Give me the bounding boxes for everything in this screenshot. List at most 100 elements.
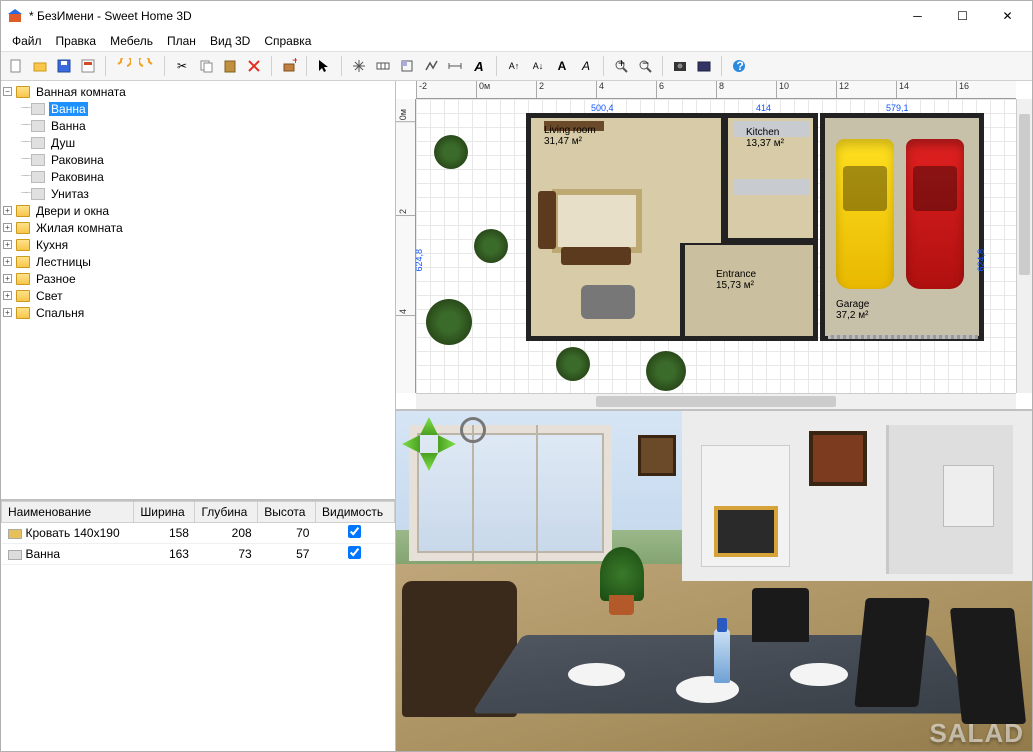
plant[interactable]	[556, 347, 590, 381]
furniture-catalog-tree[interactable]: − Ванная комната ┈┈Ванна┈┈Ванна┈┈Душ┈┈Ра…	[1, 81, 395, 501]
column-header[interactable]: Ширина	[134, 502, 195, 523]
nav-left-icon[interactable]	[402, 435, 420, 453]
tree-item[interactable]: Раковина	[49, 170, 106, 184]
text-smaller-button[interactable]: A↓	[527, 55, 549, 77]
column-header[interactable]: Наименование	[2, 502, 134, 523]
text-bold-button[interactable]: A	[551, 55, 573, 77]
create-walls-tool[interactable]	[372, 55, 394, 77]
open-file-button[interactable]	[29, 55, 51, 77]
undo-button[interactable]	[112, 55, 134, 77]
room-label[interactable]: Living room31,47 м²	[544, 125, 596, 147]
menu-view3d[interactable]: Вид 3D	[203, 32, 257, 50]
save-button[interactable]	[53, 55, 75, 77]
video-button[interactable]	[693, 55, 715, 77]
zoom-in-button[interactable]: +	[610, 55, 632, 77]
nav-rotate-icon[interactable]	[460, 417, 486, 443]
nav-down-icon[interactable]	[420, 453, 438, 471]
room-label[interactable]: Garage37,2 м²	[836, 299, 869, 321]
tree-item[interactable]: Ванна	[49, 119, 88, 133]
column-header[interactable]: Глубина	[195, 502, 258, 523]
plant[interactable]	[426, 299, 472, 345]
tree-item[interactable]: Ванна	[49, 102, 88, 116]
create-dimension-tool[interactable]	[444, 55, 466, 77]
close-button[interactable]: ✕	[985, 2, 1030, 30]
nav-3d-control[interactable]	[402, 417, 456, 471]
photo-button[interactable]	[669, 55, 691, 77]
delete-button[interactable]	[243, 55, 265, 77]
nav-right-icon[interactable]	[438, 435, 456, 453]
sofa-bottom[interactable]	[561, 247, 631, 265]
view-3d[interactable]: SALAD	[396, 411, 1032, 751]
cut-button[interactable]: ✂	[171, 55, 193, 77]
garage-door[interactable]	[828, 335, 978, 339]
expand-toggle[interactable]: +	[3, 206, 12, 215]
new-file-button[interactable]	[5, 55, 27, 77]
preferences-button[interactable]	[77, 55, 99, 77]
menu-edit[interactable]: Правка	[49, 32, 104, 50]
folder-icon	[16, 307, 30, 319]
kitchen-counter-bottom[interactable]	[734, 179, 810, 195]
text-italic-button[interactable]: A	[575, 55, 597, 77]
expand-toggle[interactable]: +	[3, 274, 12, 283]
car-yellow[interactable]	[836, 139, 894, 289]
help-button[interactable]: ?	[728, 55, 750, 77]
redo-button[interactable]	[136, 55, 158, 77]
tree-item[interactable]: Душ	[49, 136, 77, 150]
expand-toggle[interactable]: +	[3, 308, 12, 317]
pan-tool[interactable]	[348, 55, 370, 77]
menu-help[interactable]: Справка	[257, 32, 318, 50]
plant[interactable]	[474, 229, 508, 263]
table-row[interactable]: Ванна1637357	[2, 544, 395, 565]
tree-item[interactable]: Раковина	[49, 153, 106, 167]
zoom-out-button[interactable]: −	[634, 55, 656, 77]
expand-toggle[interactable]: +	[3, 240, 12, 249]
plant[interactable]	[434, 135, 468, 169]
tree-folder[interactable]: Лестницы	[34, 255, 93, 269]
sofa-left[interactable]	[538, 191, 556, 249]
nav-up-icon[interactable]	[420, 417, 438, 435]
tree-root-label[interactable]: Ванная комната	[34, 85, 128, 99]
select-tool[interactable]	[313, 55, 335, 77]
create-polyline-tool[interactable]	[420, 55, 442, 77]
rug[interactable]	[552, 189, 642, 253]
column-header[interactable]: Видимость	[315, 502, 394, 523]
add-furniture-button[interactable]: +	[278, 55, 300, 77]
window-controls: ─ ☐ ✕	[895, 2, 1030, 30]
room-label[interactable]: Entrance15,73 м²	[716, 269, 756, 291]
tree-folder[interactable]: Кухня	[34, 238, 70, 252]
menu-file[interactable]: Файл	[5, 32, 49, 50]
text-bigger-button[interactable]: A↑	[503, 55, 525, 77]
plan-2d-view[interactable]: -20м246810121416 0м24	[396, 81, 1032, 411]
maximize-button[interactable]: ☐	[940, 2, 985, 30]
tree-folder[interactable]: Свет	[34, 289, 65, 303]
tree-folder[interactable]: Спальня	[34, 306, 86, 320]
paste-button[interactable]	[219, 55, 241, 77]
floor-entrance[interactable]	[680, 243, 818, 341]
visibility-checkbox[interactable]	[348, 525, 361, 538]
plan-scrollbar-h[interactable]	[416, 393, 1016, 409]
car-red[interactable]	[906, 139, 964, 289]
create-rooms-tool[interactable]	[396, 55, 418, 77]
table-row[interactable]: Кровать 140x19015820870	[2, 523, 395, 544]
create-text-tool[interactable]: A	[468, 55, 490, 77]
menu-furniture[interactable]: Мебель	[103, 32, 160, 50]
tree-folder[interactable]: Разное	[34, 272, 78, 286]
tree-folder[interactable]: Жилая комната	[34, 221, 125, 235]
expand-toggle[interactable]: −	[3, 87, 12, 96]
copy-button[interactable]	[195, 55, 217, 77]
dimension-label: 579,1	[886, 103, 909, 113]
menu-plan[interactable]: План	[160, 32, 203, 50]
tree-item[interactable]: Унитаз	[49, 187, 91, 201]
plan-scrollbar-v[interactable]	[1016, 99, 1032, 393]
expand-toggle[interactable]: +	[3, 291, 12, 300]
folder-icon	[16, 86, 30, 98]
dining-table[interactable]	[581, 285, 635, 319]
expand-toggle[interactable]: +	[3, 223, 12, 232]
column-header[interactable]: Высота	[258, 502, 316, 523]
expand-toggle[interactable]: +	[3, 257, 12, 266]
tree-folder[interactable]: Двери и окна	[34, 204, 111, 218]
room-label[interactable]: Kitchen13,37 м²	[746, 127, 784, 149]
minimize-button[interactable]: ─	[895, 2, 940, 30]
plant[interactable]	[646, 351, 686, 391]
visibility-checkbox[interactable]	[348, 546, 361, 559]
